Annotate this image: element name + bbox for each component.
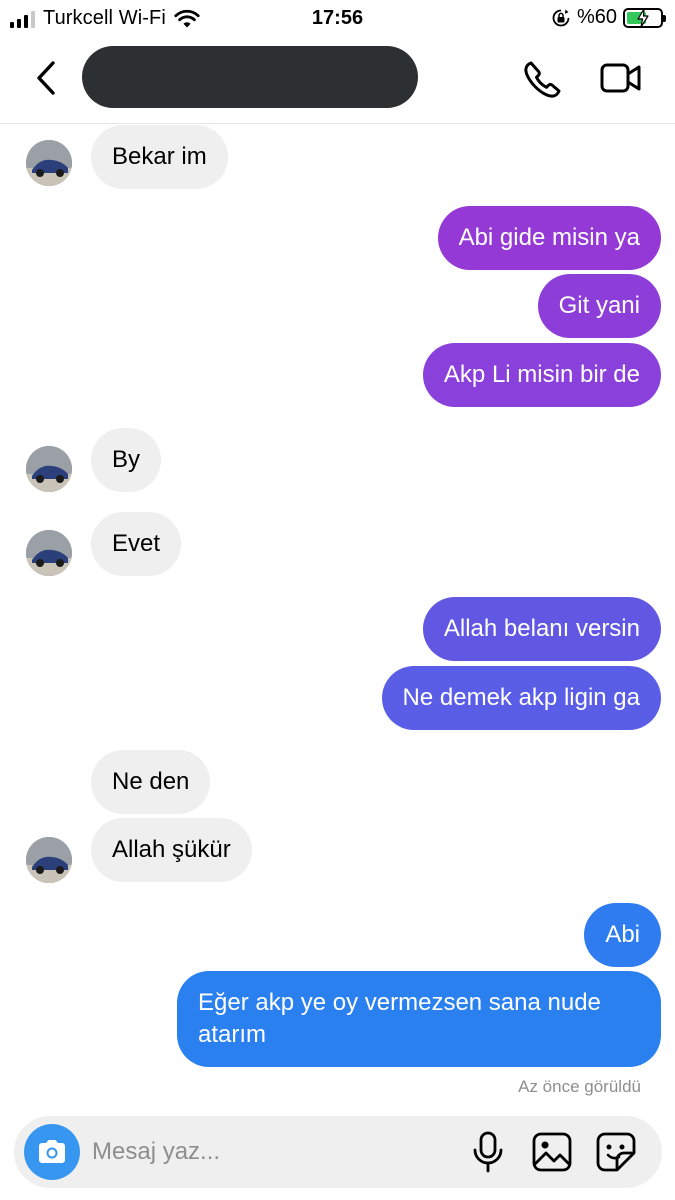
message-thread[interactable]: Bekar im Abi gide misin ya Git yani Akp … <box>0 125 675 1105</box>
message-bubble-incoming[interactable]: Bekar im <box>91 125 228 189</box>
contact-avatar[interactable] <box>26 530 72 576</box>
status-bar: Turkcell Wi-Fi 17:56 %60 <box>0 0 675 36</box>
status-right: %60 <box>551 6 666 29</box>
message-bubble-outgoing[interactable]: Akp Li misin bir de <box>422 343 661 407</box>
seen-status: Az önce görüldü <box>518 1077 641 1096</box>
call-button[interactable] <box>520 58 564 98</box>
contact-name[interactable] <box>82 46 418 108</box>
contact-avatar[interactable] <box>26 446 72 492</box>
message-bubble-outgoing[interactable]: Abi gide misin ya <box>437 206 661 270</box>
video-camera-icon <box>600 63 641 93</box>
bolt-icon <box>637 7 649 28</box>
phone-icon <box>524 61 561 98</box>
battery-percent: %60 <box>576 6 617 28</box>
microphone-icon <box>473 1131 503 1173</box>
sticker-button[interactable] <box>594 1130 638 1174</box>
message-bubble-incoming[interactable]: Allah şükür <box>91 818 252 882</box>
camera-button[interactable] <box>24 1124 80 1180</box>
sticker-icon <box>596 1132 636 1172</box>
message-composer <box>14 1116 662 1188</box>
back-button[interactable] <box>28 58 64 98</box>
message-bubble-outgoing[interactable]: Ne demek akp ligin ga <box>381 666 661 730</box>
message-bubble-outgoing[interactable]: Eğer akp ye oy vermezsen sana nude atarı… <box>177 971 661 1067</box>
message-bubble-outgoing[interactable]: Abi <box>584 903 661 967</box>
gallery-button[interactable] <box>530 1130 574 1174</box>
chat-header <box>0 36 675 124</box>
message-bubble-incoming[interactable]: By <box>91 428 162 492</box>
contact-avatar[interactable] <box>26 140 72 186</box>
image-icon <box>532 1132 572 1172</box>
message-bubble-incoming[interactable]: Ne den <box>91 750 211 814</box>
message-input[interactable] <box>92 1134 452 1170</box>
message-bubble-outgoing[interactable]: Allah belanı versin <box>422 597 661 661</box>
message-bubble-incoming[interactable]: Evet <box>91 512 182 576</box>
contact-avatar[interactable] <box>26 837 72 883</box>
video-call-button[interactable] <box>598 58 644 98</box>
camera-icon <box>39 1140 65 1163</box>
message-bubble-outgoing[interactable]: Git yani <box>537 274 661 338</box>
battery-charging-icon <box>623 7 666 28</box>
chevron-left-icon <box>37 61 55 95</box>
rotation-lock-icon <box>552 9 570 26</box>
voice-message-button[interactable] <box>470 1130 506 1174</box>
